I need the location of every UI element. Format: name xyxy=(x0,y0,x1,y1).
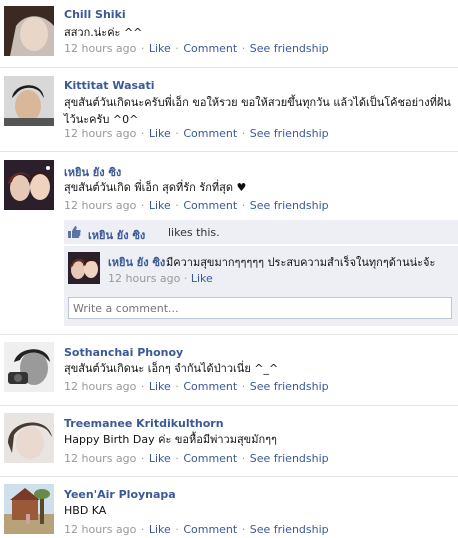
thumbs-up-icon xyxy=(68,226,81,238)
avatar[interactable] xyxy=(4,413,54,463)
avatar[interactable] xyxy=(4,76,54,126)
separator: · xyxy=(140,452,145,465)
separator: · xyxy=(241,199,246,212)
see-friendship-link[interactable]: See friendship xyxy=(250,127,329,140)
comment-link[interactable]: Comment xyxy=(183,199,237,212)
likes-text: likes this. xyxy=(168,226,220,239)
like-link[interactable]: Like xyxy=(149,452,171,465)
post-message: สุขสันต์วันเกิดนะครับพี่เอ็ก ขอให้รวย ขอ… xyxy=(64,96,451,126)
like-link[interactable]: Like xyxy=(149,199,171,212)
timestamp: 12 hours ago xyxy=(64,380,137,393)
like-link[interactable]: Like xyxy=(149,127,171,140)
post-meta: 12 hours ago · Like · Comment · See frie… xyxy=(64,380,329,393)
comment-link[interactable]: Comment xyxy=(183,380,237,393)
separator: · xyxy=(175,42,179,55)
separator: · xyxy=(241,127,246,140)
post-message: สสวก.น่ะค่ะ ^^ xyxy=(64,26,143,39)
see-friendship-link[interactable]: See friendship xyxy=(250,452,329,465)
liker-name[interactable]: เหยิน ยัง ซิง xyxy=(88,226,145,244)
post-author[interactable]: Treemanee Kritdikulthorn xyxy=(64,417,224,430)
separator: · xyxy=(175,127,179,140)
timestamp: 12 hours ago xyxy=(64,523,137,536)
separator: · xyxy=(183,272,188,285)
post-meta: 12 hours ago · Like · Comment · See frie… xyxy=(64,42,329,55)
avatar[interactable] xyxy=(4,484,54,534)
timestamp: 12 hours ago xyxy=(64,452,137,465)
see-friendship-link[interactable]: See friendship xyxy=(250,523,329,536)
avatar[interactable] xyxy=(4,342,54,392)
timestamp: 12 hours ago xyxy=(64,127,137,140)
divider xyxy=(0,334,458,335)
commenter-name[interactable]: เหยิน ยัง ซิง xyxy=(108,253,165,271)
separator: · xyxy=(140,380,145,393)
post-message: HBD KA xyxy=(64,504,107,517)
like-link[interactable]: Like xyxy=(149,42,171,55)
comment-text: มีความสุขมากๆๆๆๆๆ ประสบความสำเร็จในทุกๆด… xyxy=(166,256,436,269)
comment-link[interactable]: Comment xyxy=(183,127,237,140)
post-meta: 12 hours ago · Like · Comment · See frie… xyxy=(64,127,329,140)
post-message: สุขสันต์วันเกิดนะ เอ็กๆ จำกันได้ป่าวเนี่… xyxy=(64,362,279,375)
divider xyxy=(0,405,458,406)
post-meta: 12 hours ago · Like · Comment · See frie… xyxy=(64,523,329,536)
see-friendship-link[interactable]: See friendship xyxy=(250,42,329,55)
like-link[interactable]: Like xyxy=(149,380,171,393)
post-author[interactable]: Kittitat Wasati xyxy=(64,79,155,92)
separator: · xyxy=(175,199,179,212)
post-author[interactable]: Sothanchai Phonoy xyxy=(64,346,183,359)
separator: · xyxy=(241,452,246,465)
comment-like-link[interactable]: Like xyxy=(191,272,213,285)
comment: เหยิน ยัง ซิง มีความสุขมากๆๆๆๆๆ ประสบควา… xyxy=(64,246,458,292)
write-comment-area xyxy=(64,292,458,326)
post-meta: 12 hours ago · Like · Comment · See frie… xyxy=(64,452,329,465)
separator: · xyxy=(241,523,246,536)
avatar[interactable] xyxy=(4,6,54,56)
comment-link[interactable]: Comment xyxy=(183,452,237,465)
separator: · xyxy=(140,523,145,536)
commenter-avatar[interactable] xyxy=(68,252,100,284)
separator: · xyxy=(241,380,246,393)
likes-bar: เหยิน ยัง ซิง likes this. xyxy=(64,220,458,244)
separator: · xyxy=(175,380,179,393)
separator: · xyxy=(175,452,179,465)
like-link[interactable]: Like xyxy=(149,523,171,536)
timestamp: 12 hours ago xyxy=(64,42,137,55)
comment-link[interactable]: Comment xyxy=(183,523,237,536)
post-message: สุขสันต์วันเกิด พี่เอ็ก สุดที่รัก รักที่… xyxy=(64,181,247,194)
comment-meta: 12 hours ago · Like xyxy=(108,272,213,285)
avatar[interactable] xyxy=(4,160,54,210)
see-friendship-link[interactable]: See friendship xyxy=(250,380,329,393)
post-author[interactable]: Yeen'Air Ploynapa xyxy=(64,488,176,501)
divider xyxy=(0,476,458,477)
divider xyxy=(0,151,458,152)
post-meta: 12 hours ago · Like · Comment · See frie… xyxy=(64,199,329,212)
comment-input[interactable] xyxy=(68,297,452,319)
separator: · xyxy=(140,199,145,212)
separator: · xyxy=(140,42,145,55)
separator: · xyxy=(241,42,246,55)
separator: · xyxy=(140,127,145,140)
timestamp: 12 hours ago xyxy=(108,272,181,285)
divider xyxy=(0,67,458,68)
timestamp: 12 hours ago xyxy=(64,199,137,212)
post-author[interactable]: Chill Shiki xyxy=(64,8,126,21)
separator: · xyxy=(175,523,179,536)
comment-link[interactable]: Comment xyxy=(183,42,237,55)
post-message: Happy Birth Day ค่ะ ขอหื้อมีพ่าวมสุขมักๆ… xyxy=(64,433,277,446)
see-friendship-link[interactable]: See friendship xyxy=(250,199,329,212)
